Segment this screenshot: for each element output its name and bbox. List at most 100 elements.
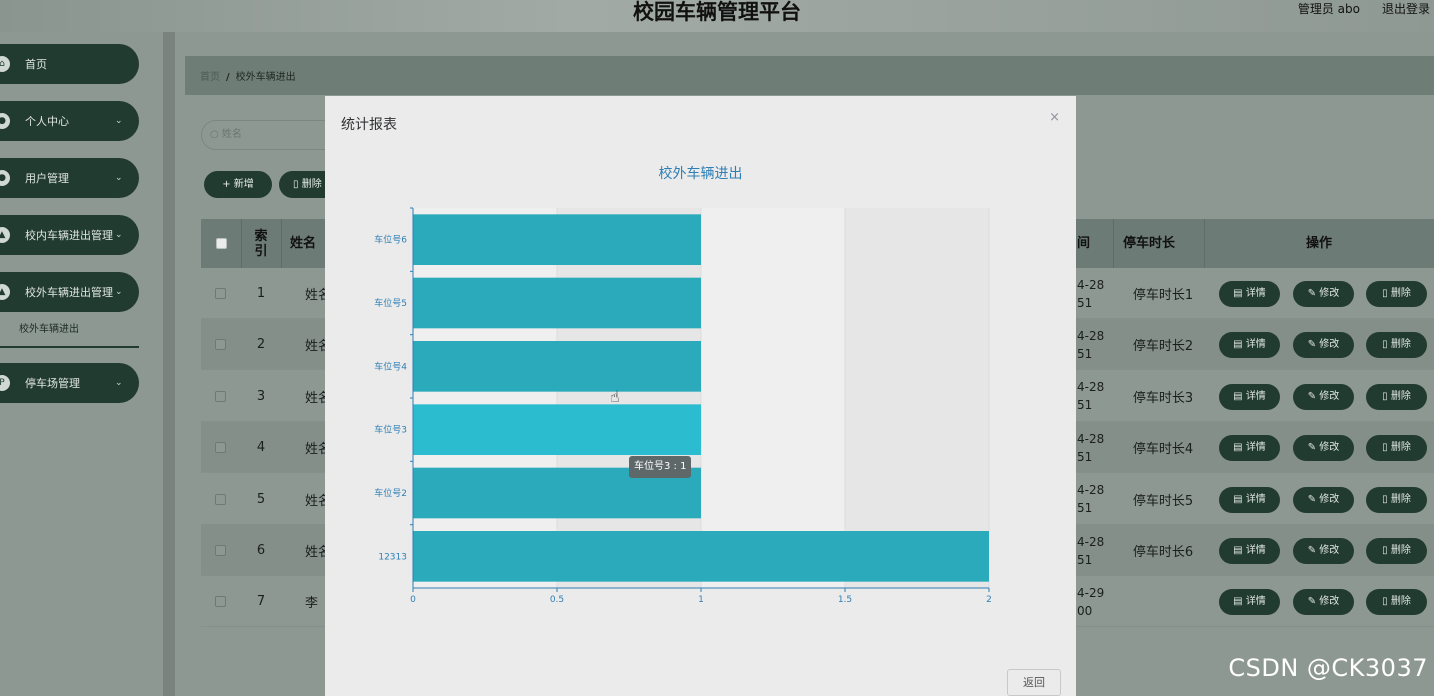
sidebar-item-3[interactable]: ● 用户管理 ⌄ [0, 158, 139, 198]
breadcrumb-separator: / [226, 72, 230, 83]
delete-button[interactable]: ▯ 删除 [1366, 486, 1427, 513]
x-tick-label: 0 [410, 595, 416, 605]
bar-车位号3 [413, 404, 701, 455]
delete-button[interactable]: ▯ 删除 [1366, 435, 1427, 462]
sidebar-item-label: 校内车辆进出管理 [25, 229, 113, 242]
row-checkbox[interactable] [215, 493, 226, 505]
header-time[interactable]: 间 [1077, 219, 1107, 268]
row-name: 姓名1 [305, 288, 325, 303]
search-input[interactable]: ○ 姓名 [201, 120, 341, 150]
breadcrumb-bar [185, 56, 1434, 95]
document-icon: ▤ [1233, 493, 1246, 505]
row-name: 姓名2 [305, 339, 325, 355]
delete-label: 删除 [1390, 493, 1411, 505]
trash-icon: ▯ [1382, 442, 1391, 454]
y-tick-label: 车位号6 [374, 234, 407, 246]
modal-title: 统计报表 [341, 117, 397, 133]
bar-chart: 车位号6 车位号5 车位号4 车位号3 车位号2 12313 0 0.5 1 1.5 2 [374, 207, 992, 605]
sidebar-item-1[interactable]: ⌂ 首页 [0, 44, 139, 84]
header-actions: 操作 [1305, 236, 1332, 251]
submenu-item-outside-vehicle[interactable]: 校外车辆进出 [0, 316, 139, 348]
row-checkbox[interactable] [215, 596, 226, 608]
row-index: 3 [256, 388, 266, 404]
sidebar-item-label: 用户管理 [25, 172, 69, 185]
edit-label: 修改 [1319, 442, 1340, 454]
parking-icon: P [0, 375, 10, 391]
logout-link[interactable]: 退出登录 [1382, 0, 1430, 18]
row-duration: 停车时长2 [1132, 339, 1194, 355]
detail-button[interactable]: ▤ 详情 [1219, 281, 1280, 307]
row-time-date: 4-28 [1077, 277, 1105, 292]
row-time: 4-28 51 [1077, 422, 1117, 473]
detail-button[interactable]: ▤ 详情 [1219, 332, 1280, 359]
row-time: 4-28 51 [1077, 268, 1117, 319]
select-all-checkbox[interactable] [215, 238, 227, 249]
detail-button[interactable]: ▤ 详情 [1219, 435, 1280, 462]
edit-button[interactable]: ✎ 修改 [1293, 589, 1354, 616]
x-tick-label: 0.5 [550, 595, 564, 605]
header-duration[interactable]: 停车时长 [1113, 219, 1193, 268]
pencil-icon: ✎ [1307, 288, 1320, 299]
delete-label: 删除 [1390, 390, 1411, 402]
row-duration: 停车时长5 [1132, 493, 1194, 509]
row-time-clock: 00 [1077, 603, 1093, 618]
edit-button[interactable]: ✎ 修改 [1293, 435, 1354, 462]
back-button[interactable]: 返回 [1007, 669, 1061, 696]
chevron-down-icon: ⌄ [115, 173, 123, 183]
sidebar-item-4[interactable]: ▲ 校内车辆进出管理 ⌄ [0, 215, 139, 255]
row-checkbox[interactable] [215, 545, 226, 556]
row-index: 1 [256, 286, 266, 301]
row-time-date: 4-28 [1077, 328, 1105, 343]
row-time-date: 4-29 [1077, 585, 1105, 600]
edit-button[interactable]: ✎ 修改 [1293, 486, 1354, 513]
edit-button[interactable]: ✎ 修改 [1293, 281, 1354, 307]
edit-button[interactable]: ✎ 修改 [1293, 383, 1354, 410]
edit-label: 修改 [1319, 390, 1340, 402]
delete-button[interactable]: ▯ 删除 [1366, 538, 1427, 564]
detail-button[interactable]: ▤ 详情 [1219, 486, 1280, 513]
chart-title: 校外车辆进出 [658, 166, 743, 182]
row-checkbox[interactable] [215, 442, 226, 454]
detail-button[interactable]: ▤ 详情 [1219, 383, 1280, 410]
detail-label: 详情 [1245, 545, 1266, 556]
y-tick-label: 12313 [378, 552, 407, 562]
breadcrumb-current: 校外车辆进出 [235, 72, 296, 83]
x-tick-label: 1 [698, 595, 704, 605]
sidebar-item-6[interactable]: P 停车场管理 ⌄ [0, 363, 139, 403]
delete-button[interactable]: ▯ 删除 [1366, 281, 1427, 307]
row-checkbox[interactable] [215, 339, 226, 351]
detail-button[interactable]: ▤ 详情 [1219, 538, 1280, 564]
row-checkbox[interactable] [215, 390, 226, 402]
header-name[interactable]: 姓名 [281, 219, 325, 268]
sidebar-item-2[interactable]: ● 个人中心 ⌄ [0, 101, 139, 141]
row-index: 4 [256, 440, 266, 456]
breadcrumb-home[interactable]: 首页 [200, 72, 220, 83]
row-checkbox[interactable] [215, 288, 226, 299]
row-time: 4-28 51 [1077, 525, 1117, 576]
delete-button[interactable]: ▯ 删除 [1366, 589, 1427, 616]
close-icon[interactable]: × [1049, 110, 1060, 125]
x-tick-label: 1.5 [838, 595, 852, 605]
header-index[interactable]: 索引 [241, 219, 281, 268]
row-name: 李 [305, 596, 319, 612]
sidebar-item-label: 个人中心 [25, 115, 69, 128]
bar-车位号6 [413, 214, 701, 265]
delete-button[interactable]: ▯ 删除 [1366, 383, 1427, 410]
row-time-clock: 51 [1077, 346, 1093, 361]
edit-button[interactable]: ✎ 修改 [1293, 332, 1354, 359]
detail-button[interactable]: ▤ 详情 [1219, 589, 1280, 616]
row-index: 5 [256, 491, 266, 507]
delete-button[interactable]: ▯ 删除 [1366, 332, 1427, 359]
pencil-icon: ✎ [1307, 596, 1320, 608]
add-button[interactable]: + 新增 [204, 171, 272, 198]
row-time-clock: 51 [1077, 398, 1093, 413]
row-index: 6 [256, 543, 266, 558]
trash-icon: ▯ [1382, 339, 1391, 351]
breadcrumb: 首页 / 校外车辆进出 [200, 68, 296, 83]
home-icon: ⌂ [0, 56, 10, 72]
sidebar-scrollbar[interactable] [163, 32, 175, 696]
chevron-down-icon: ⌄ [115, 230, 123, 240]
edit-button[interactable]: ✎ 修改 [1293, 538, 1354, 564]
detail-label: 详情 [1245, 493, 1266, 505]
sidebar-item-5[interactable]: ▲ 校外车辆进出管理 ⌄ [0, 272, 139, 312]
